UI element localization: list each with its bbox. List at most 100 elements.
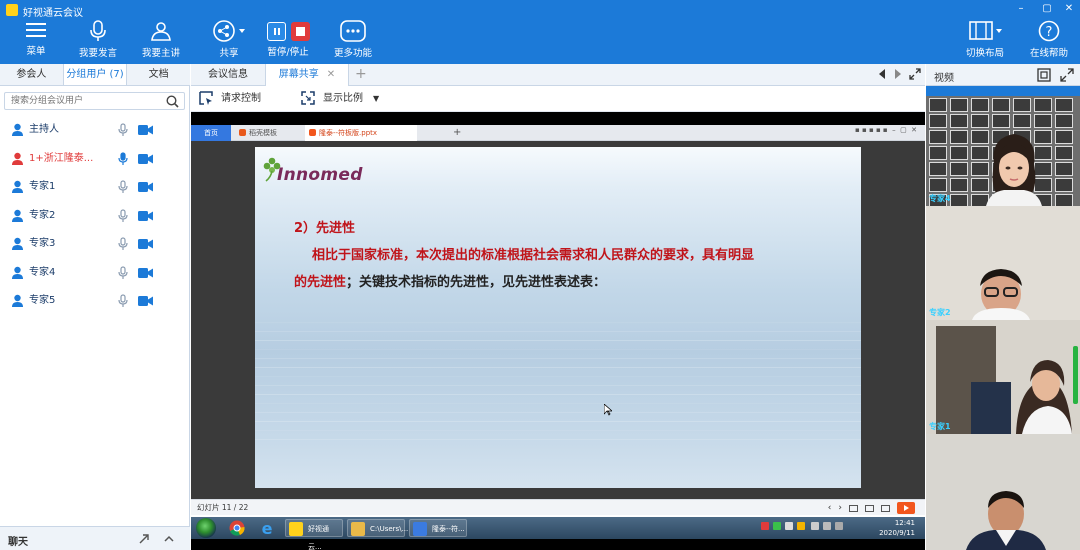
camera-icon[interactable] xyxy=(138,267,153,278)
user-row[interactable]: 专家2 xyxy=(0,202,190,231)
next-slide-icon: › xyxy=(838,503,842,513)
slide-background-streak xyxy=(255,349,861,350)
picture-in-picture-icon[interactable] xyxy=(1037,68,1051,82)
wps-home-tab: 首页 xyxy=(191,125,231,141)
wps-add-tab-icon: + xyxy=(453,127,462,138)
fullscreen-icon[interactable] xyxy=(1060,68,1074,82)
video-tile-top-bar xyxy=(926,86,1080,96)
wps-template-label: 稻壳模板 xyxy=(249,129,277,137)
microphone-icon[interactable] xyxy=(118,294,128,308)
taskbar-item-explorer: C:\Users\... xyxy=(347,519,408,537)
share-toolbar: 请求控制 显示比例 ▼ xyxy=(191,86,925,112)
user-row[interactable]: 专家3 xyxy=(0,230,190,259)
wall-photo xyxy=(929,130,947,144)
wall-photo xyxy=(1055,98,1073,112)
wall-photo xyxy=(950,178,968,192)
close-button[interactable]: ✕ xyxy=(1056,2,1080,16)
tab-meeting-info[interactable]: 会议信息 xyxy=(191,64,265,86)
left-panel: 参会人 分组用户 (7) 文档 主持人 1+浙江隆泰... 专家1 专家2 专家3 专家4… xyxy=(0,64,190,550)
speak-label: 我要发言 xyxy=(78,48,117,59)
tray-volume-icon xyxy=(823,522,831,530)
shared-screen: 首页 稻壳模板 隆泰--符板版.pptx + ▪ ▪ ▪ ▪ ▪ – ▢ ✕ I… xyxy=(191,112,925,550)
display-ratio-label: 显示比例 xyxy=(323,93,363,104)
user-name: 专家1 xyxy=(29,181,56,192)
microphone-icon[interactable] xyxy=(118,123,128,137)
minimize-button[interactable]: – xyxy=(1008,2,1034,16)
camera-icon[interactable] xyxy=(138,210,153,221)
wall-photo xyxy=(929,178,947,192)
video-tile-4[interactable] xyxy=(926,434,1080,550)
camera-icon[interactable] xyxy=(138,239,153,249)
wps-icon xyxy=(413,522,427,536)
tab-navigation xyxy=(877,68,921,80)
video-tile-1[interactable]: 专家4 xyxy=(926,86,1080,206)
tab-group-users[interactable]: 分组用户 (7) xyxy=(62,64,128,85)
windows-start-icon xyxy=(196,518,216,538)
presentation-area: Innomed 2）先进性 相比于国家标准，本次提出的标准根据社会需求和人民群众… xyxy=(191,141,925,499)
wall-photo xyxy=(992,98,1010,112)
user-row[interactable]: 专家4 xyxy=(0,259,190,288)
folder-icon xyxy=(351,522,365,536)
user-row[interactable]: 专家5 xyxy=(0,287,190,316)
user-row[interactable]: 主持人 xyxy=(0,116,190,145)
wall-photo xyxy=(950,162,968,176)
chevron-down-icon: ▼ xyxy=(373,94,380,103)
add-tab-button[interactable]: + xyxy=(355,66,367,82)
svg-text:e: e xyxy=(262,519,273,537)
mouse-cursor-icon xyxy=(604,404,612,416)
camera-icon[interactable] xyxy=(138,153,153,164)
video-tile-3[interactable]: 专家1 xyxy=(926,320,1080,434)
share-button[interactable]: 共享 xyxy=(208,20,250,62)
microphone-icon[interactable] xyxy=(118,151,128,166)
display-ratio-icon xyxy=(301,91,315,105)
user-row[interactable]: 专家1 xyxy=(0,173,190,202)
microphone-icon[interactable] xyxy=(118,208,128,223)
online-help-button[interactable]: ? 在线帮助 xyxy=(1026,20,1072,62)
view-normal-icon xyxy=(849,504,858,512)
user-row[interactable]: 1+浙江隆泰... xyxy=(0,145,190,174)
expand-icon[interactable] xyxy=(909,68,921,80)
microphone-icon[interactable] xyxy=(118,237,128,251)
search-icon[interactable] xyxy=(166,95,179,108)
close-tab-icon[interactable]: ✕ xyxy=(327,69,335,80)
switch-layout-button[interactable]: 切换布局 xyxy=(962,20,1008,62)
tab-documents[interactable]: 文档 xyxy=(127,64,190,85)
present-label: 我要主讲 xyxy=(141,48,180,59)
camera-icon[interactable] xyxy=(138,125,153,135)
camera-icon[interactable] xyxy=(138,182,153,192)
slide-background-streak xyxy=(255,430,861,431)
microphone-icon[interactable] xyxy=(118,265,128,280)
present-button[interactable]: 我要主讲 xyxy=(137,20,185,62)
user-icon xyxy=(12,266,23,279)
menu-button[interactable]: 菜单 xyxy=(16,20,56,62)
display-ratio-button[interactable]: 显示比例 ▼ xyxy=(301,91,379,107)
chevron-up-icon[interactable] xyxy=(163,533,175,545)
tab-participants[interactable]: 参会人 xyxy=(0,64,63,85)
user-icon xyxy=(12,209,23,222)
next-tab-icon[interactable] xyxy=(893,68,903,80)
prev-tab-icon[interactable] xyxy=(877,68,887,80)
user-search-input[interactable] xyxy=(5,93,155,109)
wps-status-bar: 幻灯片 11 / 22 ‹ › xyxy=(191,499,925,515)
ie-icon: e xyxy=(258,519,276,538)
popout-icon[interactable] xyxy=(138,533,150,545)
wps-file-label: 隆泰--符板版.pptx xyxy=(319,129,378,137)
camera-icon[interactable] xyxy=(138,296,153,306)
stop-icon[interactable] xyxy=(290,22,310,41)
pause-icon[interactable] xyxy=(266,22,286,41)
meeting-app-icon xyxy=(289,522,303,536)
more-functions-button[interactable]: 更多功能 xyxy=(330,20,376,62)
wall-photo xyxy=(950,194,968,206)
microphone-icon[interactable] xyxy=(118,180,128,194)
user-name: 专家5 xyxy=(29,295,56,306)
pause-stop-button[interactable]: 暂停/停止 xyxy=(264,20,312,62)
chrome-icon xyxy=(228,519,246,537)
request-control-button[interactable]: 请求控制 xyxy=(199,91,261,107)
speak-button[interactable]: 我要发言 xyxy=(74,20,122,62)
wps-file-tab: 隆泰--符板版.pptx xyxy=(305,125,417,141)
tab-screen-share[interactable]: 屏幕共享 ✕ xyxy=(265,64,349,86)
slide-paragraph-2: 的先进性；关键技术指标的先进性，见先进性表述表： xyxy=(294,271,606,290)
pptx-file-icon xyxy=(309,129,316,136)
video-tile-2[interactable]: 专家2 xyxy=(926,206,1080,320)
taskbar-clock: 12:41 2020/9/11 xyxy=(879,517,915,538)
